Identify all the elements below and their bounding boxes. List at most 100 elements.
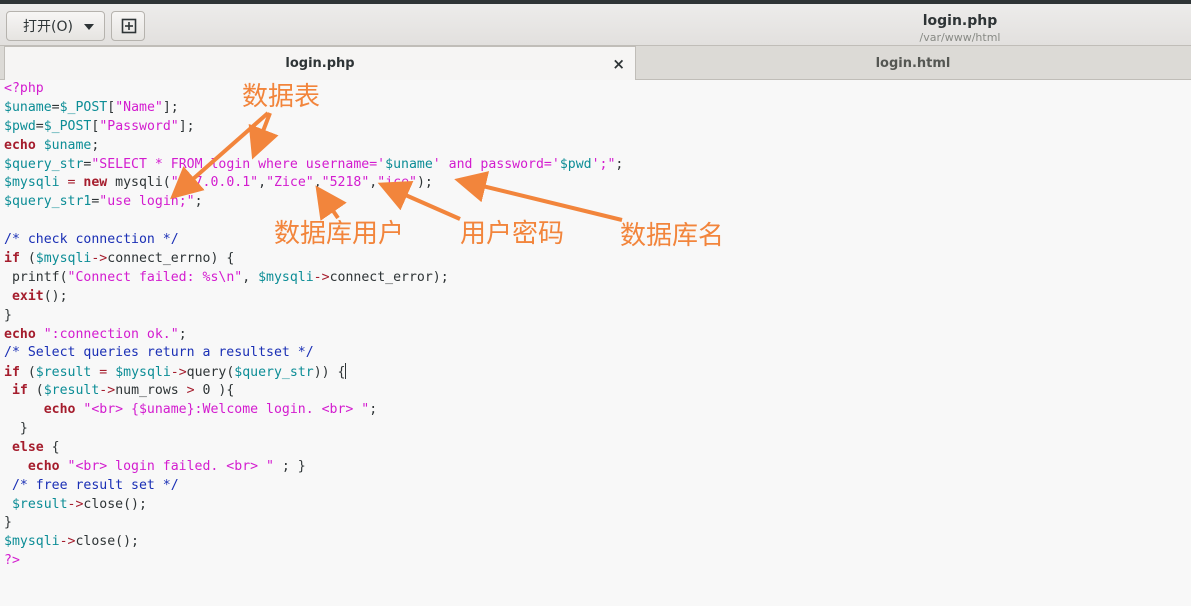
code-token: <?php xyxy=(4,81,44,96)
code-token: printf( xyxy=(4,269,68,285)
code-token: if xyxy=(4,383,28,399)
window-subtitle: /var/www/html xyxy=(919,31,1001,44)
text-cursor xyxy=(345,363,347,380)
code-token: 0 ){ xyxy=(202,383,235,399)
code-token: echo xyxy=(4,326,36,342)
code-token: "ice" xyxy=(377,175,417,191)
code-line: $pwd=$_POST["Password"]; xyxy=(4,118,1184,137)
code-token: ; xyxy=(615,156,624,172)
code-token: $query_str1 xyxy=(4,194,92,210)
code-token: (); xyxy=(43,288,68,304)
code-token: exit xyxy=(4,288,44,304)
code-token: ; xyxy=(91,137,100,153)
code-token: $uname xyxy=(43,137,92,153)
code-token: "5218" xyxy=(321,175,370,191)
code-line: } xyxy=(4,514,1184,533)
code-token: if xyxy=(4,365,20,381)
code-token: ';" xyxy=(591,156,616,172)
code-line: $query_str="SELECT * FROM login where us… xyxy=(4,156,1184,175)
code-token: ( xyxy=(19,251,36,267)
code-token: else xyxy=(4,439,44,455)
code-line: exit(); xyxy=(4,288,1184,307)
tab-login-php[interactable]: login.php × xyxy=(4,46,636,80)
code-token: close(); xyxy=(75,534,139,550)
code-token: "127.0.0.1" xyxy=(170,175,259,191)
new-document-button[interactable] xyxy=(111,11,145,41)
code-token: ' and password=' xyxy=(432,156,560,172)
code-token: new xyxy=(83,175,108,191)
code-line: $result->close(); xyxy=(4,496,1184,515)
code-token: , xyxy=(313,175,322,191)
code-line: if ($result = $mysqli->query($query_str)… xyxy=(4,363,1184,382)
open-button-label: 打开(O) xyxy=(23,19,73,35)
code-token: "Zice" xyxy=(266,175,314,191)
code-token: ( xyxy=(19,365,36,381)
annotation-db-user: 数据库用户 xyxy=(274,219,405,249)
code-token: -> xyxy=(170,365,187,381)
code-token: ?> xyxy=(4,553,20,569)
code-token: $uname xyxy=(385,156,433,172)
code-line: echo "<br> login failed. <br> " ; } xyxy=(4,458,1184,477)
code-token: ]; xyxy=(178,118,195,134)
code-line: echo $uname; xyxy=(4,137,1184,156)
code-token: ]; xyxy=(162,99,179,115)
code-token: { xyxy=(43,439,60,455)
code-token: ; xyxy=(369,402,378,418)
code-token: -> xyxy=(67,496,84,512)
code-token: $query_str xyxy=(234,365,314,381)
header-bar: 打开(O) login.php /var/www/html xyxy=(0,4,1191,46)
code-line: /* free result set */ xyxy=(4,477,1184,496)
code-line: $uname=$_POST["Name"]; xyxy=(4,99,1184,118)
code-token: query( xyxy=(186,365,235,381)
code-token: echo xyxy=(4,137,36,153)
code-token: = xyxy=(35,118,44,134)
code-token: $query_str xyxy=(4,156,84,172)
code-line: echo "<br> {$uname}:Welcome login. <br> … xyxy=(4,401,1184,420)
code-token: $_POST xyxy=(59,99,108,115)
code-line: if ($mysqli->connect_errno) { xyxy=(4,250,1184,269)
code-token: num_rows xyxy=(115,383,179,399)
tab-bar: login.php × login.html xyxy=(0,46,1191,80)
code-token: connect_error); xyxy=(329,269,449,285)
annotation-table: 数据表 xyxy=(242,82,321,112)
code-line: } xyxy=(4,420,1184,439)
code-token: ); xyxy=(416,175,433,191)
code-line: $query_str1="use login;"; xyxy=(4,193,1184,212)
code-text[interactable]: <?php $uname=$_POST["Name"]; $pwd=$_POST["… xyxy=(4,80,1184,571)
tab-label: login.html xyxy=(875,55,951,71)
close-icon[interactable]: × xyxy=(612,55,625,73)
tab-login-html[interactable]: login.html xyxy=(637,46,1189,80)
code-token: -> xyxy=(99,383,116,399)
code-token: ; xyxy=(194,194,203,210)
open-button[interactable]: 打开(O) xyxy=(6,11,105,41)
code-token: $uname xyxy=(4,99,52,115)
code-token: > xyxy=(178,383,203,399)
code-token: $_POST xyxy=(43,118,92,134)
code-token: = xyxy=(91,365,116,381)
code-token: echo xyxy=(4,402,76,418)
code-token: ; xyxy=(178,326,187,342)
code-token: "Connect failed: %s\n" xyxy=(67,269,243,285)
code-token: $pwd xyxy=(559,156,592,172)
code-token: "Password" xyxy=(99,118,179,134)
code-line: echo ":connection ok."; xyxy=(4,326,1184,345)
code-line: /* check connection */ xyxy=(4,231,1184,250)
code-line: ?> xyxy=(4,552,1184,571)
code-line: } xyxy=(4,307,1184,326)
code-token: -> xyxy=(313,269,330,285)
code-line: else { xyxy=(4,439,1184,458)
code-token: mysqli( xyxy=(107,175,171,191)
code-token: "Name" xyxy=(115,99,163,115)
code-token: $mysqli xyxy=(4,175,60,191)
code-token: )) { xyxy=(313,365,346,381)
code-token: "<br> {$uname}:Welcome login. <br> " xyxy=(75,402,370,418)
annotation-db-name: 数据库名 xyxy=(620,221,725,251)
code-token: } xyxy=(4,421,28,437)
code-line: $mysqli = new mysqli("127.0.0.1","Zice",… xyxy=(4,174,1184,193)
code-line: printf("Connect failed: %s\n", $mysqli->… xyxy=(4,269,1184,288)
window-title: login.php xyxy=(922,13,998,29)
code-editor[interactable]: <?php $uname=$_POST["Name"]; $pwd=$_POST["… xyxy=(0,80,1191,606)
code-token: connect_errno) { xyxy=(107,251,235,267)
